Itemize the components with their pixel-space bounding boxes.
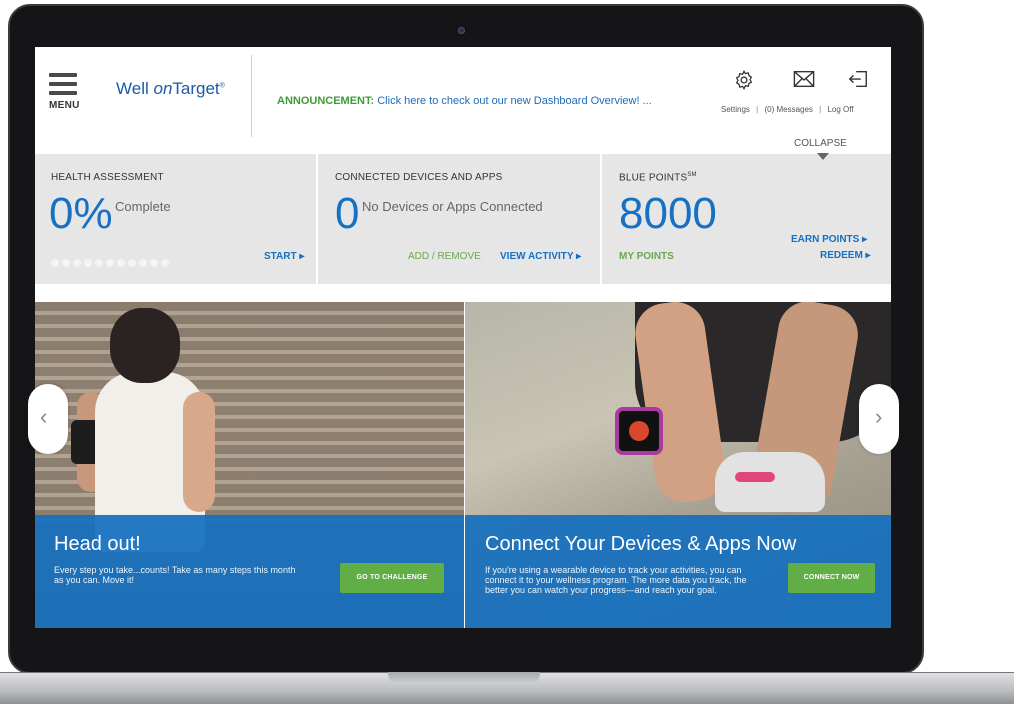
go-to-challenge-button[interactable]: GO TO CHALLENGE xyxy=(340,563,444,593)
devices-value: 0 xyxy=(335,189,360,238)
separator: | xyxy=(756,105,759,114)
logo-prefix: Well xyxy=(116,79,154,98)
chevron-right-icon: › xyxy=(875,404,883,429)
add-remove-link[interactable]: ADD / REMOVE xyxy=(408,251,481,262)
runner-image xyxy=(110,308,180,383)
slide-heading: Connect Your Devices & Apps Now xyxy=(485,533,797,555)
shoe-image xyxy=(735,472,775,482)
health-value: 0% xyxy=(49,189,113,238)
envelope-icon xyxy=(793,70,815,88)
connected-devices-card: CONNECTED DEVICES AND APPS 0 No Devices … xyxy=(318,154,602,284)
carousel-prev-button[interactable]: ‹ xyxy=(28,384,68,454)
announcement-link[interactable]: ANNOUNCEMENT: Click here to check out ou… xyxy=(277,95,652,107)
settings-button[interactable] xyxy=(724,69,764,91)
utility-links: Settings | (0) Messages | Log Off xyxy=(721,105,854,114)
menu-icon-bar xyxy=(49,82,77,86)
menu-button[interactable]: MENU xyxy=(49,73,85,121)
progress-dot xyxy=(106,259,114,267)
logoff-button[interactable] xyxy=(838,69,878,89)
menu-icon xyxy=(49,73,77,77)
logo-suffix: Target xyxy=(172,79,220,98)
health-progress-dots xyxy=(51,254,172,272)
gear-icon xyxy=(735,69,753,91)
slide-body: Every step you take...counts! Take as ma… xyxy=(54,565,296,585)
messages-button[interactable] xyxy=(784,69,824,89)
progress-dot xyxy=(139,259,147,267)
header-divider xyxy=(251,55,252,137)
points-title: BLUE POINTSSM xyxy=(619,172,697,183)
stats-bar: HEALTH ASSESSMENT 0% Complete START ▸ CO… xyxy=(35,154,891,284)
camera-icon xyxy=(458,27,465,34)
laptop-notch xyxy=(388,672,540,684)
logoff-link[interactable]: Log Off xyxy=(827,105,853,114)
view-activity-link[interactable]: VIEW ACTIVITY ▸ xyxy=(500,251,581,262)
start-assessment-link[interactable]: START ▸ xyxy=(264,251,304,262)
spacer xyxy=(35,284,891,302)
slide-body: If you're using a wearable device to tra… xyxy=(485,565,747,595)
logo-on: on xyxy=(153,79,173,98)
separator: | xyxy=(819,105,822,114)
collapse-toggle[interactable]: COLLAPSE xyxy=(794,138,847,149)
menu-icon-bar xyxy=(49,91,77,95)
redeem-link[interactable]: REDEEM ▸ xyxy=(820,250,871,261)
carousel-slide-challenge: Head out! Every step you take...counts! … xyxy=(35,302,464,628)
progress-dot xyxy=(84,259,92,267)
progress-dot xyxy=(117,259,125,267)
shoe-image xyxy=(715,452,825,512)
messages-link[interactable]: (0) Messages xyxy=(764,105,812,114)
progress-dot xyxy=(62,259,70,267)
health-assessment-card: HEALTH ASSESSMENT 0% Complete START ▸ xyxy=(35,154,318,284)
points-value: 8000 xyxy=(619,189,717,238)
progress-dot xyxy=(51,259,59,267)
carousel-next-button[interactable]: › xyxy=(859,384,899,454)
slide-heading: Head out! xyxy=(54,533,141,555)
logo[interactable]: Well onTarget® xyxy=(116,79,225,99)
blue-points-card: BLUE POINTSSM 8000 MY POINTS EARN POINTS… xyxy=(602,154,891,284)
progress-dot xyxy=(128,259,136,267)
menu-label: MENU xyxy=(49,100,80,111)
logo-mark: ® xyxy=(219,82,225,90)
my-points-link[interactable]: MY POINTS xyxy=(619,251,674,262)
collapse-caret-icon[interactable] xyxy=(817,153,829,160)
earn-points-link[interactable]: EARN POINTS ▸ xyxy=(791,234,867,245)
announcement-text: Click here to check out our new Dashboar… xyxy=(377,95,652,107)
carousel-slide-devices: Connect Your Devices & Apps Now If you'r… xyxy=(465,302,891,628)
logoff-icon xyxy=(848,70,867,88)
health-title: HEALTH ASSESSMENT xyxy=(51,172,164,183)
devices-sub: No Devices or Apps Connected xyxy=(362,199,543,214)
points-title-mark: SM xyxy=(687,172,697,178)
app-screen: MENU Well onTarget® ANNOUNCEMENT: Click … xyxy=(35,47,891,628)
chevron-left-icon: ‹ xyxy=(40,404,48,429)
runner-image xyxy=(183,392,215,512)
health-sub: Complete xyxy=(115,199,171,214)
settings-link[interactable]: Settings xyxy=(721,105,750,114)
connect-now-button[interactable]: CONNECT NOW xyxy=(788,563,875,593)
site-header: MENU Well onTarget® ANNOUNCEMENT: Click … xyxy=(35,47,891,154)
smartwatch-image xyxy=(615,407,663,455)
points-title-text: BLUE POINTS xyxy=(619,172,688,184)
progress-dot xyxy=(95,259,103,267)
laptop-frame: MENU Well onTarget® ANNOUNCEMENT: Click … xyxy=(0,0,1014,704)
progress-dot xyxy=(150,259,158,267)
progress-dot xyxy=(161,259,169,267)
progress-dot xyxy=(73,259,81,267)
slide-panel: Head out! Every step you take...counts! … xyxy=(35,515,464,628)
smartwatch-face xyxy=(629,421,649,441)
announcement-label: ANNOUNCEMENT: xyxy=(277,95,375,107)
devices-title: CONNECTED DEVICES AND APPS xyxy=(335,172,503,183)
slide-panel: Connect Your Devices & Apps Now If you'r… xyxy=(465,515,891,628)
